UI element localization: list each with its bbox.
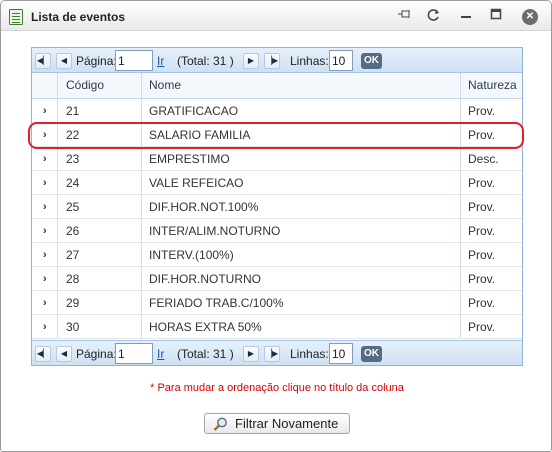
pager-bottom: ◀▏ ◀ Página: Ir (Total: 31 ) ▶ ▕▶ Linhas… xyxy=(32,340,522,365)
cell-codigo: 25 xyxy=(66,200,80,214)
table-row[interactable]: › 27 INTERV.(100%) Prov. xyxy=(32,243,522,267)
cell-nome: INTERV.(100%) xyxy=(149,248,234,262)
cell-nome: HORAS EXTRA 50% xyxy=(149,320,262,334)
lines-input[interactable] xyxy=(329,50,353,71)
total-label: (Total: 31 ) xyxy=(177,54,234,68)
table-row[interactable]: › 28 DIF.HOR.NOTURNO Prov. xyxy=(32,267,522,291)
table-row[interactable]: › 22 SALARIO FAMILIA Prov. xyxy=(32,123,522,147)
next-page-icon[interactable]: ▶ xyxy=(243,53,259,69)
event-list-window: Lista de eventos ✕ ◀▏ ◀ Página: Ir (Tota… xyxy=(0,0,552,452)
first-page-icon[interactable]: ◀▏ xyxy=(35,346,51,362)
refresh-icon[interactable] xyxy=(424,8,444,24)
cell-codigo: 28 xyxy=(66,272,80,286)
cell-codigo: 23 xyxy=(66,152,80,166)
table-row[interactable]: › 29 FERIADO TRAB.C/100% Prov. xyxy=(32,291,522,315)
ok-button[interactable]: OK xyxy=(361,53,382,69)
table-row[interactable]: › 21 GRATIFICACAO Prov. xyxy=(32,99,522,123)
cell-natureza: Prov. xyxy=(468,296,496,310)
cell-codigo: 27 xyxy=(66,248,80,262)
cell-codigo: 29 xyxy=(66,296,80,310)
cell-nome: EMPRESTIMO xyxy=(149,152,230,166)
expand-arrow-icon[interactable]: › xyxy=(43,195,47,219)
cell-nome: DIF.HOR.NOTURNO xyxy=(149,272,261,286)
cell-natureza: Prov. xyxy=(468,104,496,118)
page-input[interactable] xyxy=(115,50,153,71)
next-page-icon[interactable]: ▶ xyxy=(243,346,259,362)
cell-nome: DIF.HOR.NOT.100% xyxy=(149,200,259,214)
cell-codigo: 26 xyxy=(66,224,80,238)
first-page-icon[interactable]: ◀▏ xyxy=(35,53,51,69)
cell-natureza: Prov. xyxy=(468,176,496,190)
cell-natureza: Prov. xyxy=(468,248,496,262)
table-row[interactable]: › 25 DIF.HOR.NOT.100% Prov. xyxy=(32,195,522,219)
cell-natureza: Prov. xyxy=(468,272,496,286)
pin-icon[interactable] xyxy=(395,8,415,24)
expand-arrow-icon[interactable]: › xyxy=(43,291,47,315)
table-header: Código Nome Natureza xyxy=(32,73,522,99)
last-page-icon[interactable]: ▕▶ xyxy=(264,346,280,362)
table-row[interactable]: › 23 EMPRESTIMO Desc. xyxy=(32,147,522,171)
lines-input[interactable] xyxy=(329,343,353,364)
minimize-icon[interactable] xyxy=(456,8,476,24)
cell-codigo: 21 xyxy=(66,104,80,118)
last-page-icon[interactable]: ▕▶ xyxy=(264,53,280,69)
table-row[interactable]: › 24 VALE REFEICAO Prov. xyxy=(32,171,522,195)
ok-button[interactable]: OK xyxy=(361,346,382,362)
lines-label: Linhas: xyxy=(290,347,329,361)
expand-arrow-icon[interactable]: › xyxy=(43,147,47,171)
maximize-icon[interactable] xyxy=(486,8,506,24)
expand-arrow-icon[interactable]: › xyxy=(43,99,47,123)
filter-again-label: Filtrar Novamente xyxy=(235,416,339,431)
expand-arrow-icon[interactable]: › xyxy=(43,315,47,339)
filter-again-button[interactable]: Filtrar Novamente xyxy=(204,413,350,434)
prev-page-icon[interactable]: ◀ xyxy=(56,346,72,362)
cell-nome: GRATIFICACAO xyxy=(149,104,239,118)
cell-codigo: 24 xyxy=(66,176,80,190)
page-label: Página: xyxy=(76,347,117,361)
page-label: Página: xyxy=(76,54,117,68)
expand-arrow-icon[interactable]: › xyxy=(43,171,47,195)
title-bar: Lista de eventos ✕ xyxy=(1,1,551,31)
events-grid: ◀▏ ◀ Página: Ir (Total: 31 ) ▶ ▕▶ Linhas… xyxy=(31,47,523,366)
expand-arrow-icon[interactable]: › xyxy=(43,219,47,243)
table-row[interactable]: › 30 HORAS EXTRA 50% Prov. xyxy=(32,315,522,339)
table-row[interactable]: › 26 INTER/ALIM.NOTURNO Prov. xyxy=(32,219,522,243)
cell-natureza: Prov. xyxy=(468,224,496,238)
cell-nome: FERIADO TRAB.C/100% xyxy=(149,296,284,310)
pager-top: ◀▏ ◀ Página: Ir (Total: 31 ) ▶ ▕▶ Linhas… xyxy=(32,48,522,73)
column-codigo[interactable]: Código xyxy=(66,73,104,98)
cell-nome: VALE REFEICAO xyxy=(149,176,244,190)
close-icon[interactable]: ✕ xyxy=(522,9,538,25)
cell-natureza: Prov. xyxy=(468,320,496,334)
cell-codigo: 30 xyxy=(66,320,80,334)
cell-nome: SALARIO FAMILIA xyxy=(149,128,251,142)
cell-nome: INTER/ALIM.NOTURNO xyxy=(149,224,281,238)
window-title: Lista de eventos xyxy=(31,10,126,24)
total-label: (Total: 31 ) xyxy=(177,347,234,361)
page-input[interactable] xyxy=(115,343,153,364)
cell-natureza: Prov. xyxy=(468,128,496,142)
expand-arrow-icon[interactable]: › xyxy=(43,123,47,147)
prev-page-icon[interactable]: ◀ xyxy=(56,53,72,69)
lines-label: Linhas: xyxy=(290,54,329,68)
magnifier-icon xyxy=(213,417,227,431)
go-link[interactable]: Ir xyxy=(157,54,164,68)
sort-hint: * Para mudar a ordenação clique no títul… xyxy=(150,382,404,394)
list-icon xyxy=(9,9,23,25)
expand-arrow-icon[interactable]: › xyxy=(43,243,47,267)
cell-natureza: Prov. xyxy=(468,200,496,214)
column-natureza[interactable]: Natureza xyxy=(468,73,517,98)
expand-arrow-icon[interactable]: › xyxy=(43,267,47,291)
cell-natureza: Desc. xyxy=(468,152,499,166)
column-nome[interactable]: Nome xyxy=(149,73,181,98)
go-link[interactable]: Ir xyxy=(157,347,164,361)
cell-codigo: 22 xyxy=(66,128,80,142)
